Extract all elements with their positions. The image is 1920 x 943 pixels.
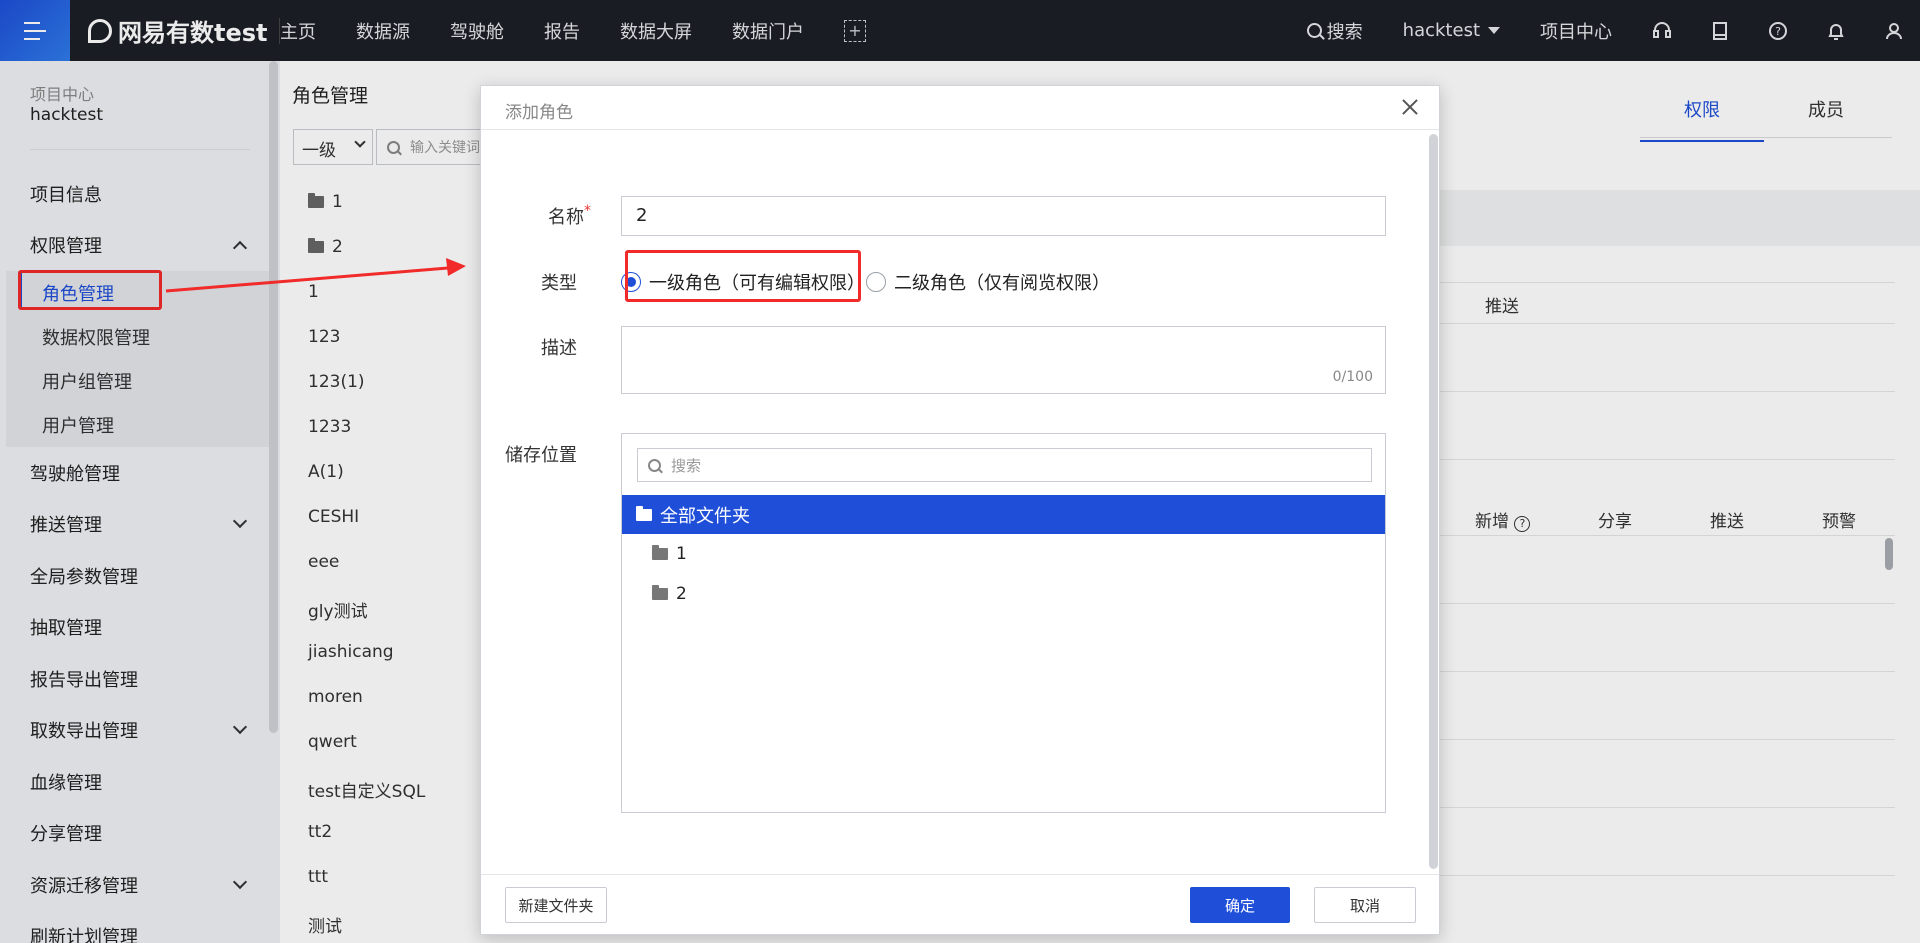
dialog-footer: 新建文件夹 确定 取消	[481, 874, 1439, 934]
storage-search-input[interactable]: 搜索	[637, 448, 1372, 482]
search-icon	[648, 458, 661, 472]
storage-field-label: 储存位置	[505, 445, 577, 466]
radio-label: 二级角色（仅有阅览权限）	[894, 273, 1110, 294]
required-mark: *	[584, 203, 591, 219]
tree-node-all-folders[interactable]: 全部文件夹	[622, 495, 1385, 534]
description-textarea[interactable]: 0/100	[621, 326, 1386, 394]
close-icon[interactable]	[1399, 96, 1421, 118]
dialog-header: 添加角色	[481, 86, 1439, 130]
storage-location-tree: 搜索 全部文件夹 1 2	[621, 433, 1386, 813]
folder-open-icon	[636, 505, 652, 521]
tree-node-label: 2	[676, 584, 687, 604]
char-counter: 0/100	[1332, 369, 1373, 385]
name-field-label: 名称*	[501, 203, 591, 229]
cancel-button[interactable]: 取消	[1314, 887, 1416, 923]
radio-unchecked-icon	[866, 272, 886, 292]
add-role-dialog: 添加角色 名称* 2 类型 一级角色（可有编辑权限） 二级角色（仅有阅览权限） …	[480, 85, 1440, 935]
name-input[interactable]: 2	[621, 196, 1386, 236]
folder-icon	[652, 545, 668, 560]
radio-secondary-role[interactable]: 二级角色（仅有阅览权限）	[866, 269, 1110, 295]
name-label-text: 名称	[548, 207, 584, 228]
tree-node-label: 1	[676, 544, 687, 564]
storage-search-placeholder: 搜索	[671, 456, 702, 475]
dialog-title: 添加角色	[505, 103, 573, 123]
folder-icon	[652, 585, 668, 600]
tree-node-label: 全部文件夹	[660, 505, 750, 527]
type-field-label: 类型	[541, 273, 577, 294]
description-field-label: 描述	[541, 338, 577, 359]
tree-node-folder[interactable]: 2	[652, 584, 687, 604]
confirm-button[interactable]: 确定	[1190, 887, 1290, 923]
tree-node-folder[interactable]: 1	[652, 544, 687, 564]
dialog-scrollbar[interactable]	[1429, 134, 1438, 869]
highlight-annotation-box	[625, 250, 861, 302]
new-folder-button[interactable]: 新建文件夹	[505, 887, 607, 923]
